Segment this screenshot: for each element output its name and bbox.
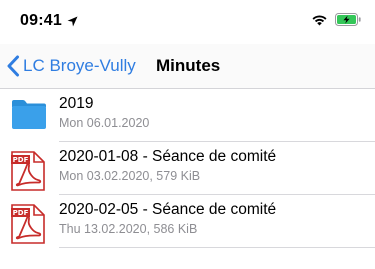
location-arrow-icon — [67, 14, 78, 32]
pdf-badge: PDF — [13, 209, 29, 217]
back-button-label: LC Broye-Vully — [23, 56, 136, 75]
status-time: 09:41 — [20, 12, 62, 29]
item-title: 2020-01-08 - Séance de comité — [59, 148, 277, 165]
chevron-left-icon — [7, 55, 19, 77]
page-title: Minutes — [156, 56, 221, 75]
item-title: 2019 — [59, 95, 94, 112]
list-item-pdf[interactable]: PDF 2020-02-05 - Séance de comité Thu 13… — [0, 195, 375, 248]
file-list: 2019 Mon 06.01.2020 PDF 2020-01-08 - Séa… — [0, 89, 375, 248]
pdf-file-icon: PDF — [10, 151, 46, 196]
list-item-folder-2019[interactable]: 2019 Mon 06.01.2020 — [0, 89, 375, 142]
status-bar: 09:41 — [0, 0, 375, 44]
wifi-icon — [311, 13, 328, 31]
list-item-pdf[interactable]: PDF 2020-01-08 - Séance de comité Mon 03… — [0, 142, 375, 195]
folder-icon — [10, 98, 48, 135]
item-subtitle: Thu 13.02.2020, 586 KiB — [59, 222, 198, 236]
row-divider — [59, 247, 375, 248]
battery-charging-icon — [335, 13, 362, 31]
navigation-bar: LC Broye-Vully Minutes — [0, 44, 375, 89]
item-subtitle: Mon 03.02.2020, 579 KiB — [59, 169, 201, 183]
back-button[interactable]: LC Broye-Vully — [6, 53, 136, 79]
pdf-badge: PDF — [13, 156, 29, 164]
item-subtitle: Mon 06.01.2020 — [59, 116, 150, 130]
item-title: 2020-02-05 - Séance de comité — [59, 201, 277, 218]
pdf-file-icon: PDF — [10, 204, 46, 249]
